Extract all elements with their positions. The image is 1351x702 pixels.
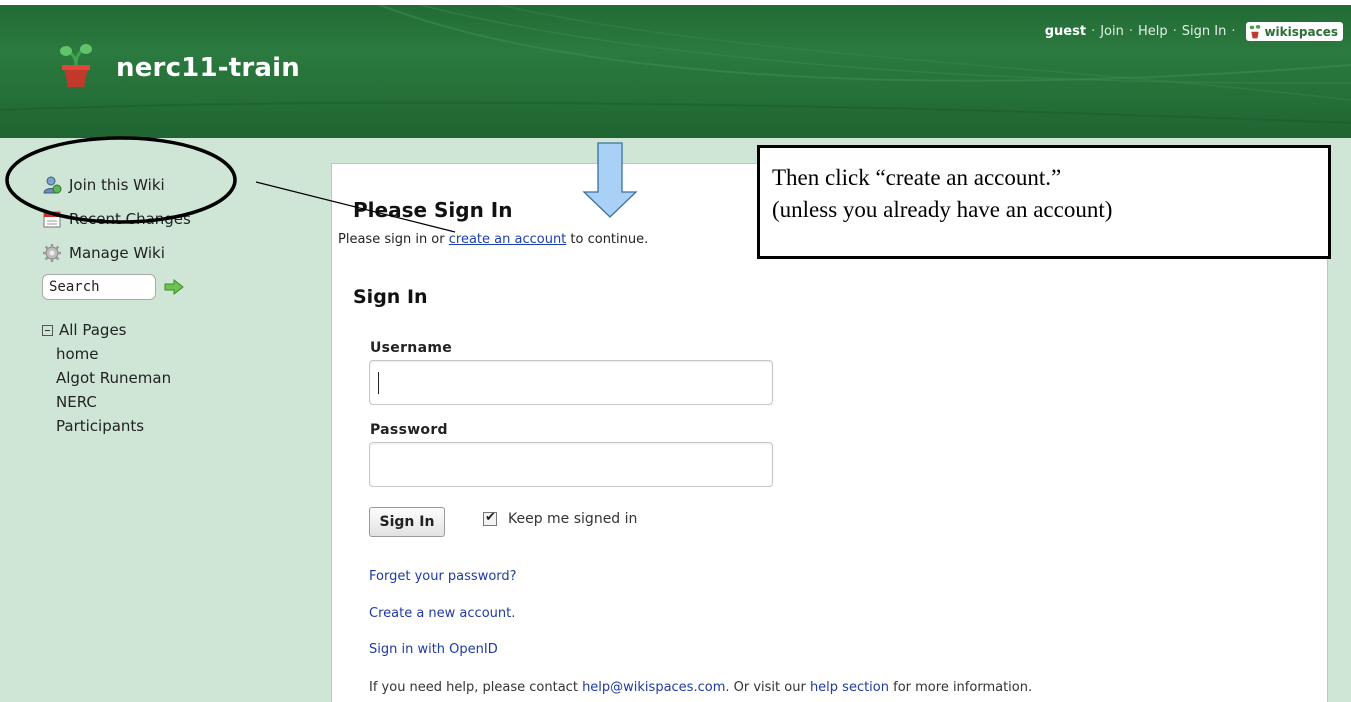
search-go-arrow-icon[interactable] <box>164 279 184 295</box>
collapse-icon <box>42 324 53 336</box>
help-prefix: If you need help, please contact <box>369 680 583 695</box>
nav-separator: · <box>1091 24 1096 39</box>
sidebar-search <box>42 272 292 302</box>
callout-line-1: Then click “create an account.” <box>772 165 1062 190</box>
calendar-icon <box>43 211 61 228</box>
sidebar-item-label: Recent Changes <box>69 210 191 228</box>
nav-separator: · <box>1172 24 1177 39</box>
page-subtitle: Please sign in or create an account to c… <box>338 232 648 247</box>
help-middle: . Or visit our <box>725 680 810 695</box>
page-link-participants[interactable]: Participants <box>42 414 292 438</box>
password-field[interactable] <box>369 442 773 487</box>
all-pages-toggle[interactable]: All Pages <box>42 318 292 342</box>
text-cursor <box>378 372 379 394</box>
site-title[interactable]: nerc11-train <box>116 53 300 83</box>
username-field[interactable] <box>369 360 773 405</box>
search-input[interactable] <box>42 274 156 300</box>
join-link[interactable]: Join <box>1100 24 1124 39</box>
sign-in-heading: Sign In <box>353 286 428 308</box>
sidebar-item-label: Join this Wiki <box>69 176 165 194</box>
keep-signed-in-checkbox[interactable] <box>483 510 497 526</box>
nav-separator: · <box>1128 24 1133 39</box>
page-link-algot-runeman[interactable]: Algot Runeman <box>42 366 292 390</box>
keep-signed-in: Keep me signed in <box>483 510 638 527</box>
subtitle-prefix: Please sign in or <box>338 232 449 247</box>
wikispaces-brand-label: wikispaces <box>1264 24 1338 39</box>
sidebar-item-recent-changes[interactable]: Recent Changes <box>42 202 292 236</box>
wiki-logo-plant-icon[interactable] <box>58 43 94 89</box>
instruction-callout: Then click “create an account.” (unless … <box>757 145 1331 259</box>
username-label: Username <box>370 340 452 356</box>
help-email-link[interactable]: help@wikispaces.com <box>582 680 725 695</box>
page-tree: All Pages home Algot Runeman NERC Partic… <box>42 318 292 438</box>
password-label: Password <box>370 422 448 438</box>
page-link-home[interactable]: home <box>42 342 292 366</box>
sidebar: Join this Wiki Recent Changes Manage Wik… <box>42 168 292 438</box>
site-header: nerc11-train guest · Join · Help · Sign … <box>0 0 1351 138</box>
nav-separator: · <box>1231 24 1236 39</box>
all-pages-label: All Pages <box>59 321 127 339</box>
help-section-link[interactable]: help section <box>810 680 889 695</box>
page-title: Please Sign In <box>353 198 513 222</box>
wikispaces-plant-icon <box>1250 24 1261 38</box>
gear-icon <box>43 244 61 262</box>
current-user[interactable]: guest <box>1045 24 1086 39</box>
sidebar-item-label: Manage Wiki <box>69 244 165 262</box>
create-new-account-link[interactable]: Create a new account. <box>369 606 515 621</box>
help-text: If you need help, please contact help@wi… <box>369 680 1032 695</box>
openid-sign-in-link[interactable]: Sign in with OpenID <box>369 642 498 657</box>
sign-in-button[interactable]: Sign In <box>369 507 445 537</box>
top-navigation: guest · Join · Help · Sign In · wikispac… <box>1045 22 1343 41</box>
page-link-nerc[interactable]: NERC <box>42 390 292 414</box>
subtitle-suffix: to continue. <box>566 232 649 247</box>
sidebar-item-join-wiki[interactable]: Join this Wiki <box>42 168 292 202</box>
sidebar-item-manage-wiki[interactable]: Manage Wiki <box>42 236 292 270</box>
keep-signed-in-label: Keep me signed in <box>508 511 638 527</box>
help-link[interactable]: Help <box>1138 24 1168 39</box>
create-account-link[interactable]: create an account <box>449 232 567 247</box>
forgot-password-link[interactable]: Forget your password? <box>369 569 517 584</box>
sign-in-link[interactable]: Sign In <box>1182 24 1227 39</box>
callout-line-2: (unless you already have an account) <box>772 197 1113 222</box>
help-suffix: for more information. <box>889 680 1033 695</box>
wikispaces-brand-badge[interactable]: wikispaces <box>1246 22 1343 41</box>
user-add-icon <box>43 176 62 194</box>
